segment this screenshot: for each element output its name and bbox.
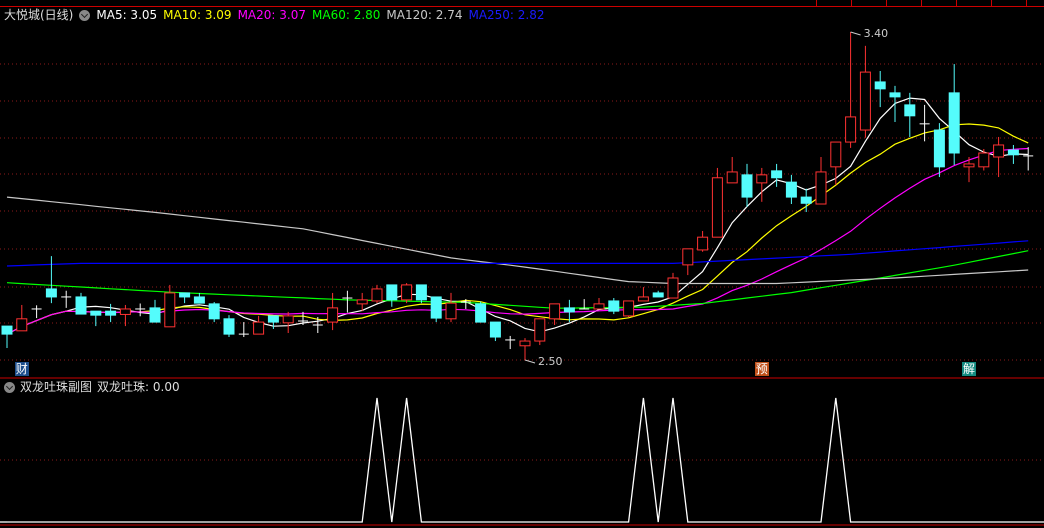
price-label: 3.40 bbox=[864, 27, 889, 40]
price-arrow bbox=[524, 359, 536, 364]
candle-down bbox=[489, 321, 501, 338]
subchart-legend: 双龙吐珠副图 双龙吐珠: 0.00 bbox=[4, 379, 180, 395]
stock-title: 大悦城(日线) bbox=[4, 8, 74, 22]
candle-up bbox=[371, 288, 383, 302]
candle-up bbox=[519, 340, 531, 347]
candle-down bbox=[771, 170, 783, 179]
event-marker[interactable]: 财 bbox=[14, 362, 29, 376]
candle-up bbox=[667, 277, 679, 299]
event-marker[interactable]: 预 bbox=[754, 362, 769, 376]
legend-ma10: MA10: 3.09 bbox=[163, 8, 232, 22]
candle-up bbox=[830, 141, 842, 168]
candle-up bbox=[356, 299, 368, 305]
ma-line-ma250 bbox=[6, 240, 1029, 267]
candle-up bbox=[593, 303, 605, 310]
candle-down bbox=[75, 296, 87, 315]
ma-line-ma10 bbox=[6, 123, 1029, 335]
subchart-title: 双龙吐珠副图 bbox=[20, 380, 93, 394]
candle-up bbox=[327, 307, 339, 323]
candle-down bbox=[1007, 149, 1019, 156]
price-label: 2.50 bbox=[538, 355, 563, 368]
candle-up bbox=[164, 292, 176, 328]
candle-down bbox=[475, 303, 487, 323]
candle-up bbox=[697, 236, 709, 251]
candle-up bbox=[993, 144, 1005, 158]
candle-down bbox=[45, 288, 57, 298]
candle-down bbox=[889, 92, 901, 98]
event-marker[interactable]: 解 bbox=[962, 362, 977, 376]
candle-up bbox=[726, 171, 738, 184]
candle-down bbox=[267, 315, 279, 323]
candle-up bbox=[682, 248, 694, 266]
candle-up bbox=[16, 318, 28, 332]
ma-legend: 大悦城(日线) MA5: 3.05 MA10: 3.09 MA20: 3.07 … bbox=[4, 7, 545, 23]
candle-down bbox=[386, 284, 398, 301]
candle-down bbox=[193, 296, 205, 304]
candle-down bbox=[430, 296, 442, 319]
candle-down bbox=[415, 284, 427, 301]
subchart-value: 双龙吐珠: 0.00 bbox=[97, 380, 180, 394]
candle-down bbox=[948, 92, 960, 154]
candle-down bbox=[800, 196, 812, 204]
candle-up bbox=[401, 284, 413, 301]
candle-up bbox=[549, 303, 561, 320]
candle-up bbox=[963, 163, 975, 168]
candle-down bbox=[149, 307, 161, 323]
ma-line-ma120 bbox=[6, 196, 1029, 285]
candle-up bbox=[845, 116, 857, 143]
candle-down bbox=[1, 325, 13, 335]
candle-up bbox=[859, 71, 871, 131]
candle-up bbox=[815, 171, 827, 205]
candle-down bbox=[785, 181, 797, 198]
legend-ma120: MA120: 2.74 bbox=[386, 8, 463, 22]
candle-down bbox=[741, 174, 753, 198]
candle-down bbox=[874, 81, 886, 90]
price-arrow bbox=[850, 31, 861, 36]
candle-up bbox=[253, 321, 265, 335]
candle-up bbox=[978, 152, 990, 168]
candle-up bbox=[534, 318, 546, 342]
candle-down bbox=[223, 318, 235, 335]
candle-down bbox=[652, 292, 664, 298]
candle-up bbox=[445, 302, 457, 320]
legend-ma250: MA250: 2.82 bbox=[468, 8, 545, 22]
chevron-down-icon[interactable] bbox=[4, 381, 15, 393]
candle-up bbox=[711, 177, 723, 238]
candle-up bbox=[623, 300, 635, 317]
candle-up bbox=[282, 315, 294, 324]
legend-ma20: MA20: 3.07 bbox=[237, 8, 306, 22]
candle-down bbox=[90, 310, 102, 316]
legend-ma60: MA60: 2.80 bbox=[312, 8, 381, 22]
kline-chart: 3.40 2.50 bbox=[0, 27, 1044, 526]
candle-down bbox=[904, 104, 916, 117]
candle-down bbox=[563, 307, 575, 313]
candle-down bbox=[608, 300, 620, 312]
candle-up bbox=[756, 174, 768, 184]
legend-ma5: MA5: 3.05 bbox=[96, 8, 158, 22]
candle-up bbox=[637, 296, 649, 302]
candle-down bbox=[105, 310, 117, 316]
ma-line-ma5 bbox=[6, 97, 1029, 335]
chevron-down-icon[interactable] bbox=[79, 9, 91, 21]
candle-down bbox=[208, 303, 220, 320]
candle-up bbox=[119, 308, 131, 315]
candle-down bbox=[179, 292, 191, 298]
candle-down bbox=[933, 129, 945, 168]
